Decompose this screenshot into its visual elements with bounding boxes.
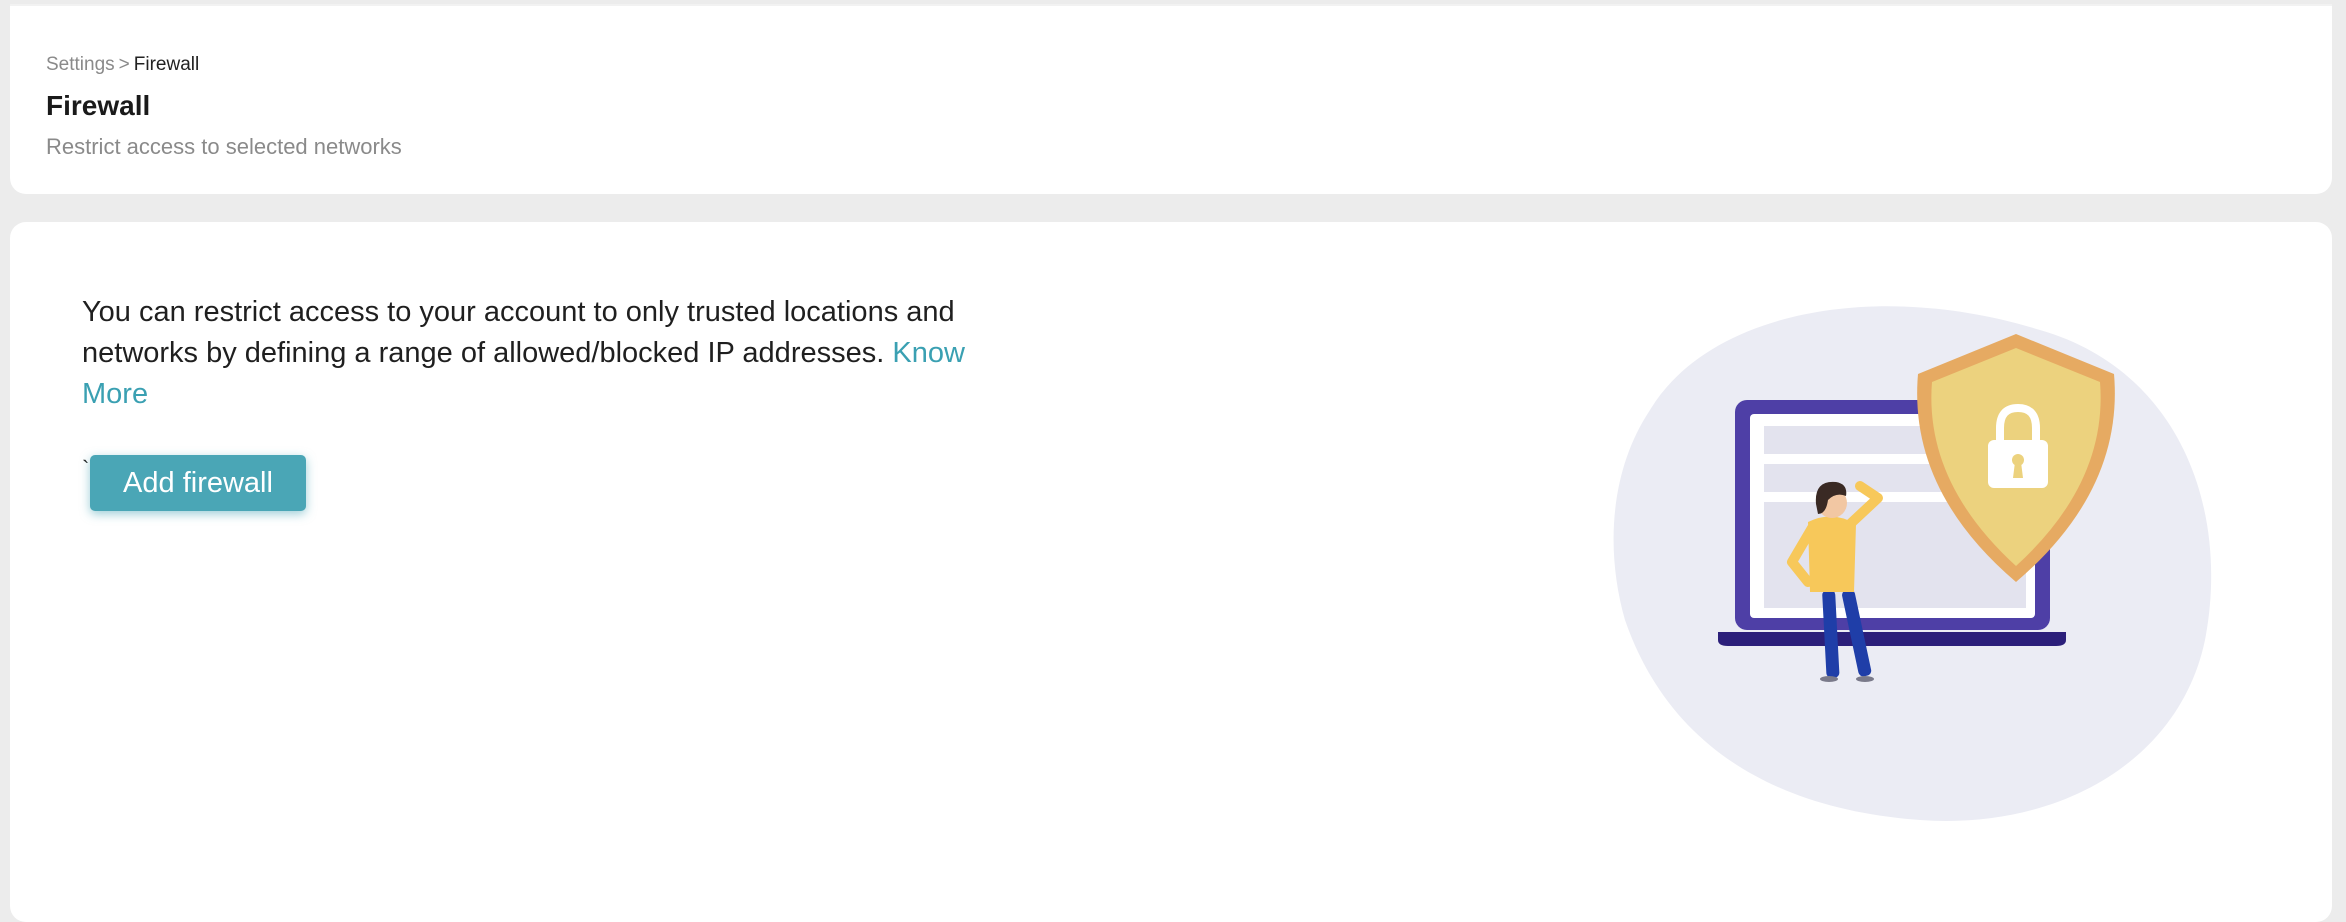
- description-text: You can restrict access to your account …: [82, 296, 955, 369]
- breadcrumb: Settings > Firewall: [46, 54, 199, 76]
- stray-backtick: `: [82, 456, 90, 481]
- breadcrumb-current: Firewall: [133, 54, 200, 75]
- page-title: Firewall: [46, 90, 151, 121]
- page-header-card: Settings > Firewall Firewall Restrict acce…: [10, 4, 2332, 194]
- breadcrumb-separator: >: [118, 54, 130, 75]
- add-firewall-button[interactable]: Add firewall: [90, 455, 306, 511]
- firewall-empty-state-card: You can restrict access to your account …: [10, 222, 2332, 922]
- breadcrumb-settings[interactable]: Settings: [46, 54, 115, 75]
- firewall-description: You can restrict access to your account …: [82, 292, 1002, 415]
- firewall-illustration: [1613, 306, 2212, 821]
- page-subtitle: Restrict access to selected networks: [46, 134, 402, 159]
